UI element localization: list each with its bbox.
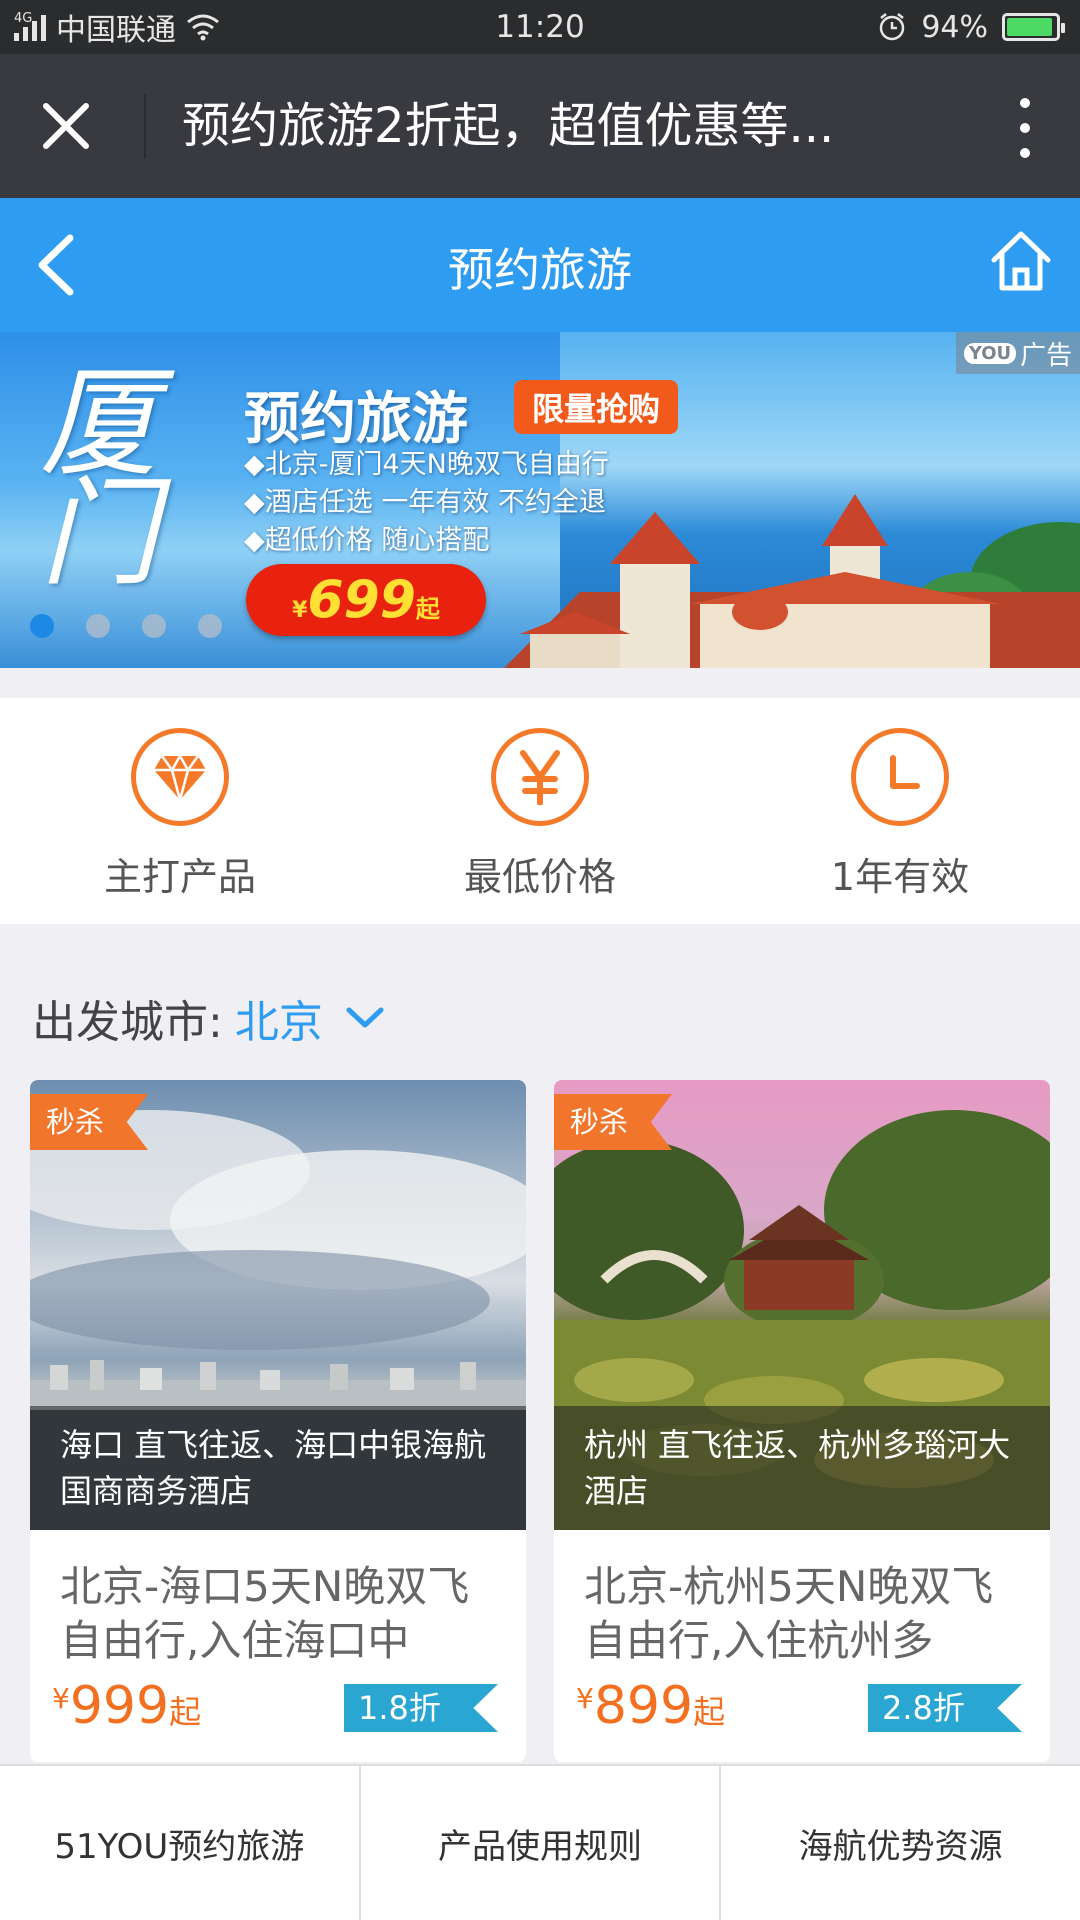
product-image: 秒杀 杭州 直飞往返、杭州多瑙河大酒店	[554, 1080, 1050, 1530]
product-caption: 杭州 直飞往返、杭州多瑙河大酒店	[554, 1406, 1050, 1530]
status-right: 94%	[877, 8, 1065, 46]
product-price: ¥899起	[576, 1676, 725, 1736]
ad-brand-logo: YOU	[963, 342, 1017, 364]
battery-percent: 94%	[921, 9, 988, 45]
price-currency: ¥	[52, 1682, 70, 1715]
departure-city-selector[interactable]: 出发城市: 北京	[32, 986, 385, 1050]
battery-icon	[1002, 13, 1065, 41]
battery-fill	[1007, 18, 1053, 36]
discount-tag: 1.8折	[344, 1684, 498, 1732]
city-value[interactable]: 北京	[235, 986, 323, 1050]
carousel-dots	[30, 614, 222, 638]
banner-city-art: 厦门	[39, 354, 158, 602]
bottom-nav: 51YOU预约旅游 产品使用规则 海航优势资源	[0, 1764, 1080, 1920]
nav-item-usage-rules[interactable]: 产品使用规则	[361, 1766, 722, 1920]
feature-label: 最低价格	[463, 855, 616, 899]
ad-label: YOU 广告	[956, 332, 1080, 374]
banner-price-value: 699	[307, 570, 416, 630]
product-price: ¥999起	[52, 1676, 201, 1736]
price-suffix: 起	[169, 1693, 202, 1731]
carousel-dot[interactable]	[86, 614, 110, 638]
banner-line: ◆酒店任选 一年有效 不约全退	[244, 487, 606, 518]
app-header: 预约旅游	[0, 198, 1080, 332]
home-icon[interactable]	[986, 226, 1056, 296]
price-value: 899	[593, 1676, 694, 1736]
discount-tag: 2.8折	[868, 1684, 1022, 1732]
feature-item-one-year[interactable]: 1年有效	[720, 698, 1080, 924]
banner-line: ◆北京-厦门4天N晚双飞自由行	[244, 449, 609, 480]
banner-price-suffix: 起	[415, 595, 440, 623]
promo-banner[interactable]: YOU 广告 厦门 预约旅游 限量抢购 ◆北京-厦门4天N晚双飞自由行 ◆酒店任…	[0, 332, 1080, 668]
feature-label: 1年有效	[830, 855, 970, 899]
browser-page-title: 预约旅游2折起，超值优惠等...	[182, 98, 835, 154]
carousel-dot[interactable]	[30, 614, 54, 638]
product-title: 北京-杭州5天N晚双飞自由行,入住杭州多	[584, 1562, 994, 1665]
title-divider	[144, 94, 146, 158]
banner-tag: 限量抢购	[514, 380, 679, 434]
feature-row: 主打产品 最低价格 1年有效	[0, 698, 1080, 924]
yen-icon	[491, 728, 589, 826]
banner-lines: ◆北京-厦门4天N晚双飞自由行 ◆酒店任选 一年有效 不约全退 ◆超低价格 随心…	[244, 446, 609, 560]
browser-title-bar: 预约旅游2折起，超值优惠等...	[0, 54, 1080, 198]
close-icon[interactable]	[36, 96, 96, 156]
feature-label: 主打产品	[103, 855, 256, 899]
banner-price-currency: ¥	[292, 598, 308, 623]
feature-item-lowest-price[interactable]: 最低价格	[360, 698, 720, 924]
banner-headline: 预约旅游	[244, 387, 468, 452]
more-menu-icon[interactable]	[1010, 98, 1040, 158]
nav-item-hna-resources[interactable]: 海航优势资源	[721, 1766, 1080, 1920]
product-card[interactable]: 秒杀 海口 直飞往返、海口中银海航国商商务酒店 北京-海口5天N晚双飞自由行,入…	[30, 1080, 526, 1762]
ad-text: 广告	[1020, 340, 1073, 371]
city-label: 出发城市:	[32, 997, 223, 1048]
nav-item-51you-travel[interactable]: 51YOU预约旅游	[0, 1766, 361, 1920]
chevron-down-icon[interactable]	[345, 1005, 385, 1031]
product-card[interactable]: 秒杀 杭州 直飞往返、杭州多瑙河大酒店 北京-杭州5天N晚双飞自由行,入住杭州多…	[554, 1080, 1050, 1762]
status-bar: 4G 中国联通 11:20 94%	[0, 0, 1080, 54]
price-currency: ¥	[576, 1682, 594, 1715]
banner-price: ¥699起	[246, 564, 486, 636]
carousel-dot[interactable]	[198, 614, 222, 638]
product-title: 北京-海口5天N晚双飞自由行,入住海口中	[60, 1562, 470, 1665]
product-caption: 海口 直飞往返、海口中银海航国商商务酒店	[30, 1406, 526, 1530]
page-title: 预约旅游	[448, 243, 632, 297]
product-image: 秒杀 海口 直飞往返、海口中银海航国商商务酒店	[30, 1080, 526, 1530]
alarm-icon	[880, 13, 905, 41]
carousel-dot[interactable]	[142, 614, 166, 638]
banner-line: ◆超低价格 随心搭配	[244, 525, 490, 556]
feature-item-main-products[interactable]: 主打产品	[0, 698, 360, 924]
diamond-icon	[131, 728, 229, 826]
clock-icon	[851, 728, 949, 826]
price-value: 999	[69, 1676, 170, 1736]
price-suffix: 起	[693, 1693, 726, 1731]
